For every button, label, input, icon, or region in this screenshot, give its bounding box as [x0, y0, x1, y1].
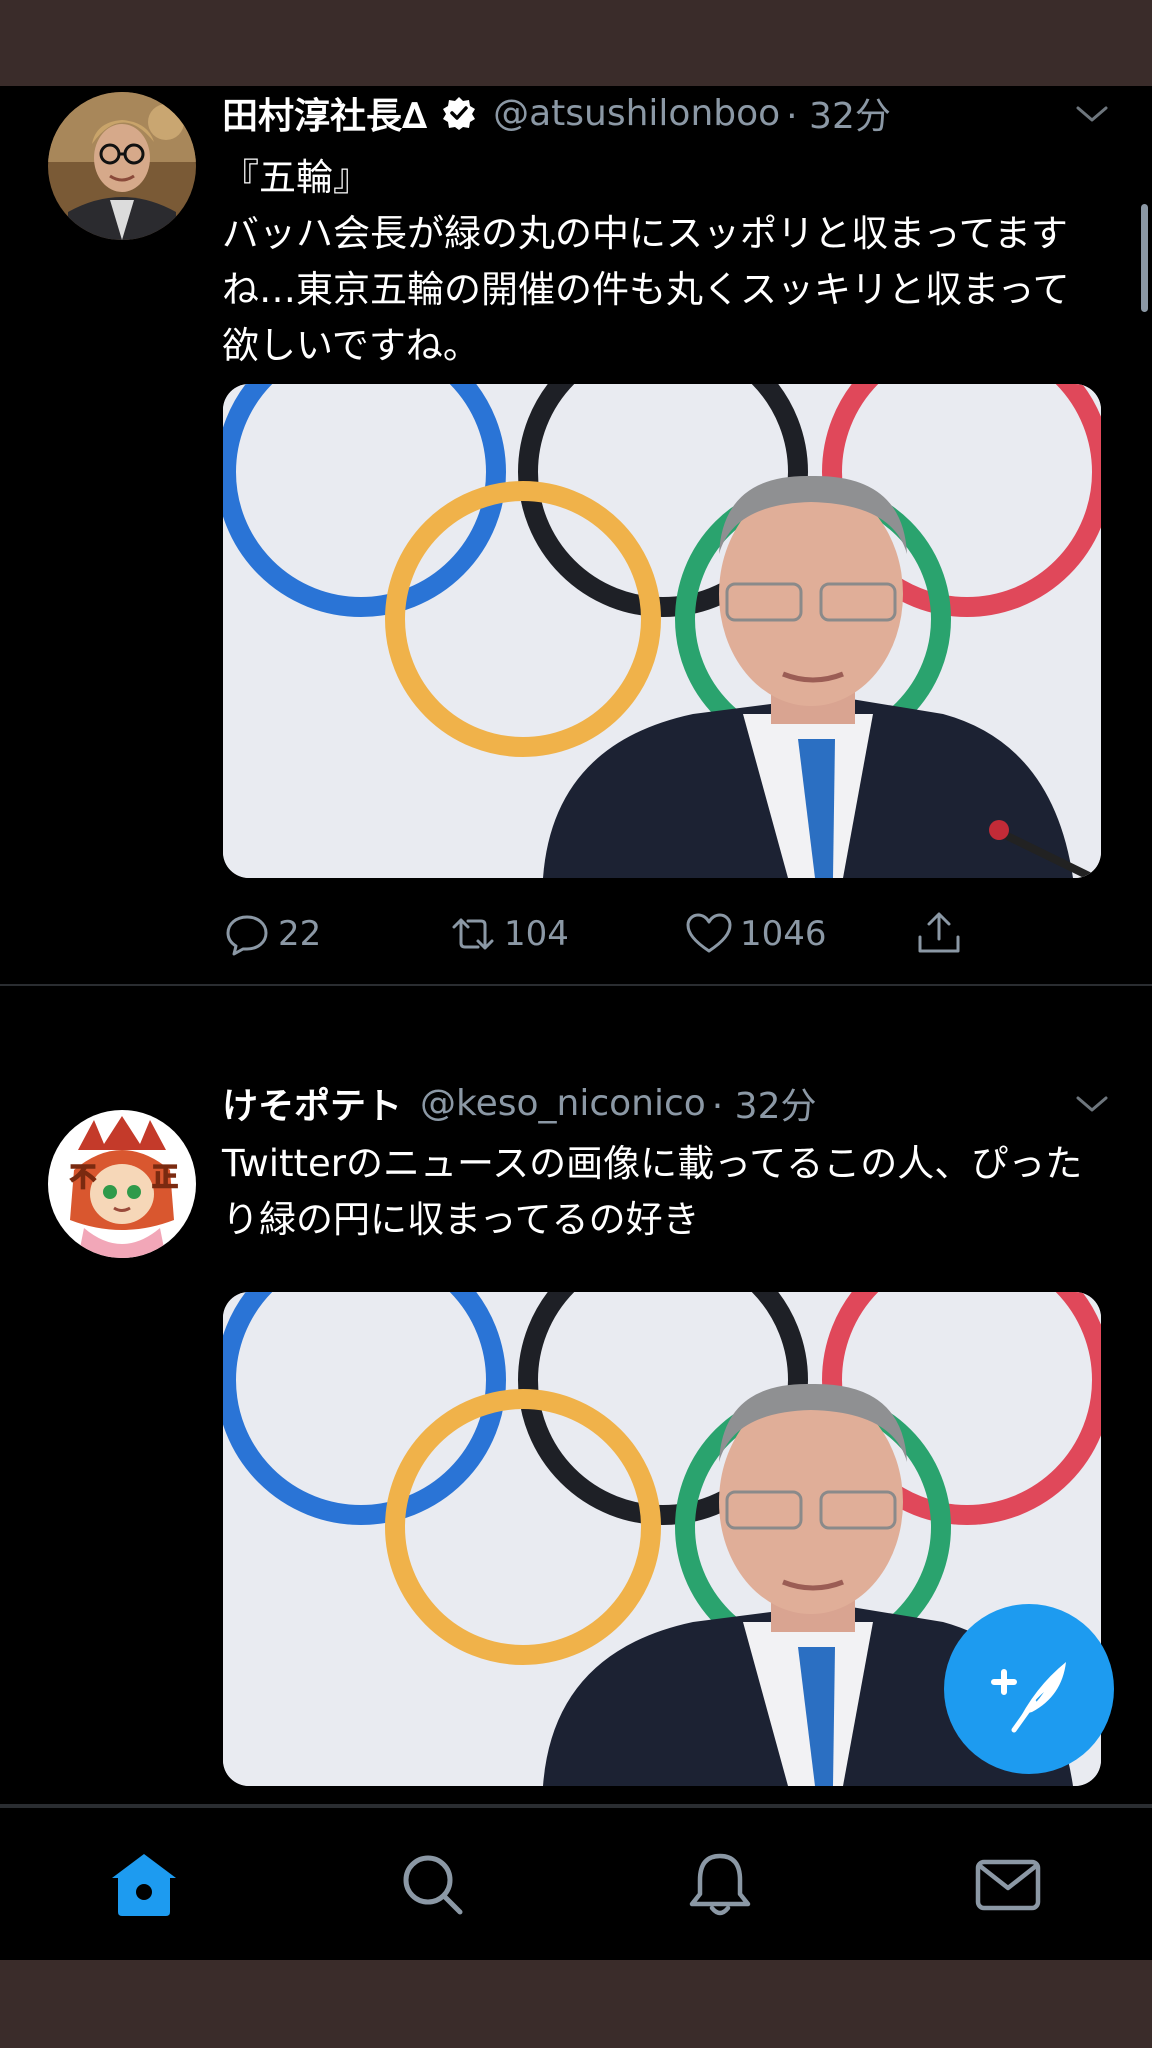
tweet-text: Twitterのニュースの画像に載ってるこの人、ぴったり緑の円に収まってるの好き: [222, 1142, 1083, 1241]
display-name[interactable]: けそポテト: [222, 1077, 402, 1129]
timestamp: · 32分: [711, 1086, 817, 1127]
home-icon: [112, 1854, 176, 1916]
tweet-text: 『五輪』 バッハ会長が緑の丸の中にスッポリと収まってますね…東京五輪の開催の件も…: [222, 156, 1070, 367]
share-button[interactable]: [914, 904, 970, 964]
share-icon: [918, 912, 960, 953]
compose-tweet-button[interactable]: [944, 1604, 1114, 1774]
tweet-actions: 22 104 1046: [222, 904, 1102, 964]
retweet-count: 104: [504, 914, 569, 954]
like-button[interactable]: 1046: [684, 904, 827, 964]
heart-icon: [686, 913, 732, 953]
like-count: 1046: [740, 914, 827, 954]
tweet-image[interactable]: [223, 384, 1101, 878]
user-handle[interactable]: @atsushilonboo: [493, 93, 780, 134]
bell-icon: [689, 1853, 751, 1916]
reply-count: 22: [278, 914, 322, 954]
bottom-tab-bar: [0, 1806, 1152, 1960]
chevron-down-icon[interactable]: [1072, 1084, 1112, 1124]
timestamp: · 32分: [786, 96, 891, 137]
timeline-screen: 田村淳社長∆ @atsushilonboo · 32分 『五輪』 バッハ会長が緑…: [0, 86, 1152, 1960]
chevron-down-icon[interactable]: [1072, 94, 1112, 134]
tab-notifications[interactable]: [684, 1848, 756, 1920]
reply-button[interactable]: 22: [222, 904, 321, 964]
reply-icon: [226, 915, 268, 956]
tweet-card[interactable]: 田村淳社長∆ @atsushilonboo · 32分 『五輪』 バッハ会長が緑…: [0, 86, 1152, 984]
tab-messages[interactable]: [972, 1848, 1044, 1920]
search-icon: [403, 1855, 463, 1915]
svg-text:不: 不: [70, 1163, 96, 1193]
user-handle[interactable]: @keso_niconico: [420, 1083, 706, 1124]
retweet-button[interactable]: 104: [448, 904, 569, 964]
avatar[interactable]: 不 正: [48, 1110, 196, 1258]
avatar[interactable]: [48, 92, 196, 240]
scrollbar[interactable]: [1141, 204, 1148, 312]
tweet-header: 田村淳社長∆ @atsushilonboo · 32分: [222, 88, 1112, 138]
home-indicator-area: [0, 1960, 1152, 2048]
compose-tweet-icon: [991, 1662, 1066, 1733]
tweet-header: けそポテト @keso_niconico · 32分: [222, 1078, 1112, 1128]
mail-icon: [975, 1859, 1041, 1911]
status-bar-area: [0, 0, 1152, 86]
verified-badge-icon: [441, 95, 477, 131]
tab-search[interactable]: [396, 1848, 468, 1920]
retweet-icon: [452, 918, 494, 950]
svg-text:正: 正: [152, 1163, 178, 1193]
tab-home[interactable]: [108, 1848, 180, 1920]
display-name[interactable]: 田村淳社長∆: [222, 87, 427, 139]
